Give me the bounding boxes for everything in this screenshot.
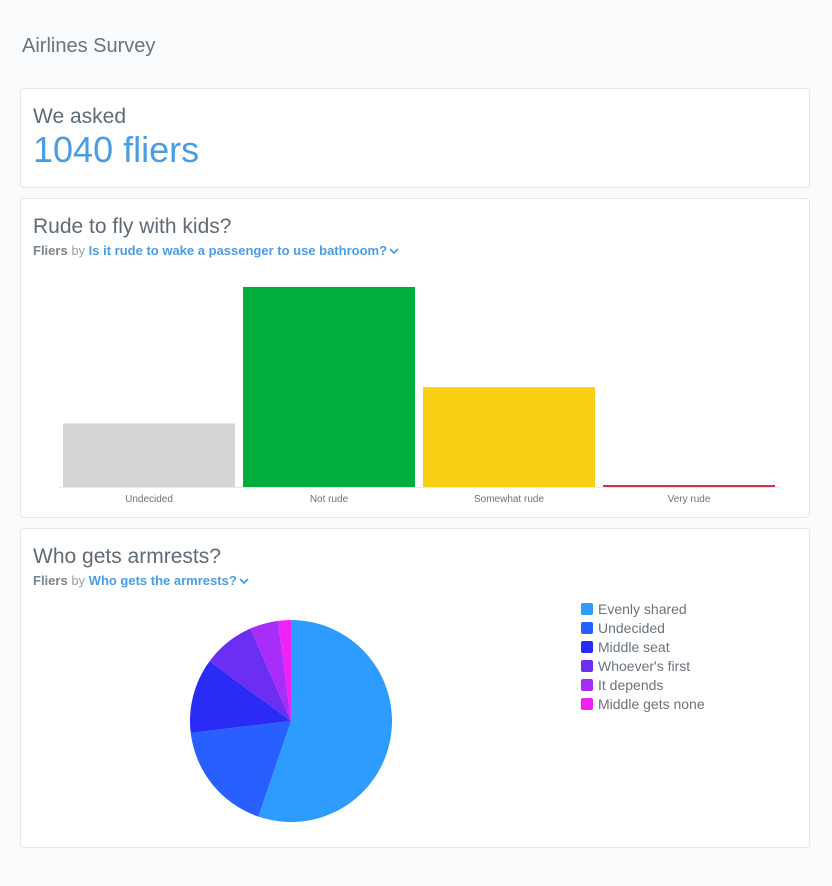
legend-item[interactable]: Undecided [581, 618, 705, 637]
bar-very-rude[interactable] [603, 485, 775, 487]
x-tick-label: Somewhat rude [474, 494, 544, 505]
bar-undecided[interactable] [63, 423, 235, 487]
legend-label: Undecided [598, 619, 665, 636]
legend-swatch [581, 678, 593, 691]
dashboard-title: Airlines Survey [22, 35, 156, 57]
legend-label: Whoever's first [598, 657, 691, 674]
legend-item[interactable]: It depends [581, 675, 705, 694]
legend-item[interactable]: Middle gets none [581, 694, 705, 713]
legend-swatch [581, 659, 593, 672]
legend-swatch [581, 697, 593, 710]
legend-label: Evenly shared [598, 600, 687, 617]
legend-swatch [581, 602, 593, 615]
scalar-card[interactable]: We asked 1040 fliers [20, 88, 810, 188]
legend-swatch [581, 621, 593, 634]
bar-chart: Undecided Not rude Somewhat rude Very rude [59, 287, 779, 505]
legend-label: It depends [598, 676, 664, 693]
bar-not-rude[interactable] [243, 287, 415, 487]
pie-chart [190, 620, 392, 822]
pie-legend: Evenly shared Undecided Middle seat Whoever… [581, 599, 705, 713]
scalar-value: 1040 fliers [33, 129, 200, 170]
legend-label: Middle gets none [598, 695, 705, 712]
x-tick-label: Not rude [310, 494, 349, 505]
legend-label: Middle seat [598, 638, 670, 655]
x-tick-label: Undecided [125, 494, 173, 505]
card-title: We asked [33, 105, 126, 128]
bar-chart-card[interactable]: Rude to fly with kids? Fliers by Is it r… [20, 198, 810, 518]
legend-swatch [581, 640, 593, 653]
pie-chart-card[interactable]: Who gets armrests? Fliers by Who gets th… [20, 528, 810, 848]
bar-somewhat-rude[interactable] [423, 387, 595, 487]
x-tick-label: Very rude [668, 494, 711, 505]
legend-item[interactable]: Middle seat [581, 637, 705, 656]
legend-item[interactable]: Evenly shared [581, 599, 705, 618]
legend-item[interactable]: Whoever's first [581, 656, 705, 675]
